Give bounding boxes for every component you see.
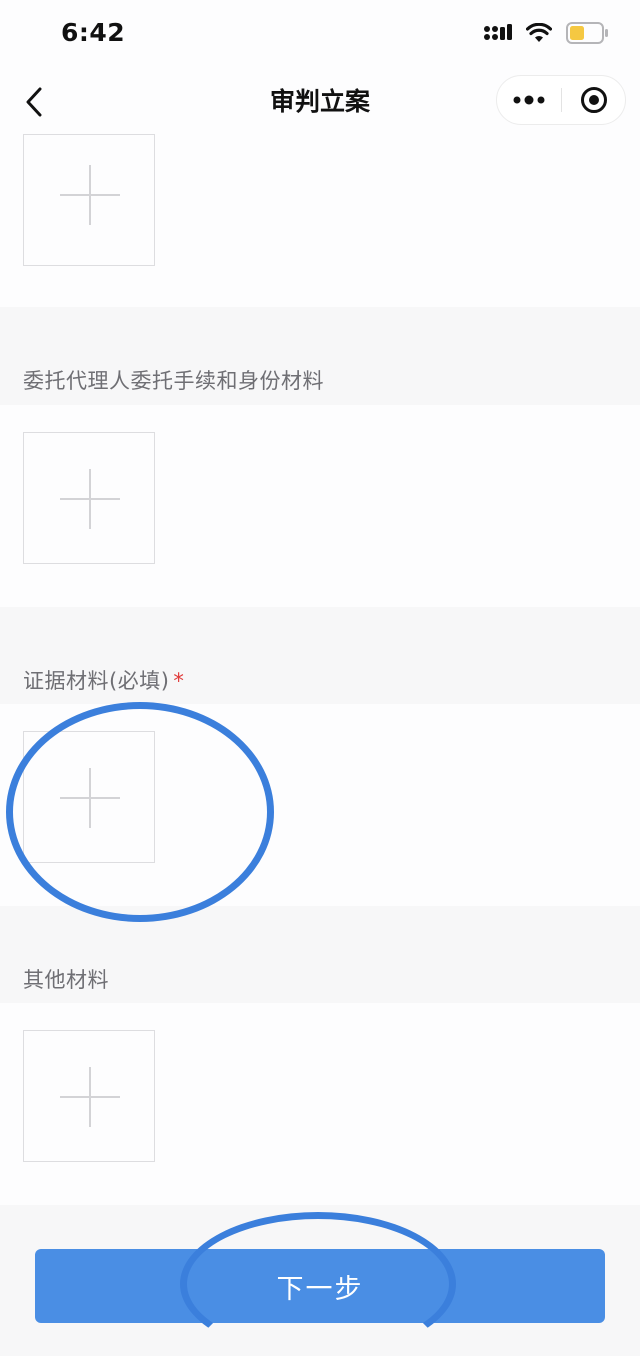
mini-program-capsule: [496, 75, 626, 125]
upload-box-3[interactable]: [23, 1030, 155, 1162]
section-label-other: 其他材料: [23, 968, 109, 992]
more-dots-icon: [513, 95, 545, 105]
nav-bar: 审判立案: [0, 68, 640, 134]
signal-icon: [484, 24, 512, 46]
status-time: 6:42: [61, 18, 126, 47]
upload-box-0[interactable]: [23, 134, 155, 266]
upload-section-1: [0, 405, 640, 607]
plus-icon: [60, 469, 120, 529]
required-mark: *: [173, 669, 185, 693]
plus-icon: [60, 768, 120, 828]
mini-program-close-icon: [581, 87, 607, 113]
plus-icon: [60, 165, 120, 225]
section-label-agent-materials: 委托代理人委托手续和身份材料: [23, 369, 324, 393]
upload-box-1[interactable]: [23, 432, 155, 564]
status-icons: [484, 22, 608, 48]
next-step-button[interactable]: 下一步: [35, 1249, 605, 1323]
section-label-evidence: 证据材料(必填) *: [23, 665, 184, 695]
status-bar: 6:42: [0, 0, 640, 68]
upload-section-2: [0, 704, 640, 906]
upload-section-0: [0, 134, 640, 307]
plus-icon: [60, 1067, 120, 1127]
section-label-evidence-text: 证据材料(必填): [23, 669, 170, 693]
battery-icon: [566, 22, 608, 48]
upload-box-2[interactable]: [23, 731, 155, 863]
more-button[interactable]: [497, 76, 561, 124]
wifi-icon: [525, 22, 553, 47]
upload-section-3: [0, 1003, 640, 1205]
close-button[interactable]: [562, 76, 626, 124]
